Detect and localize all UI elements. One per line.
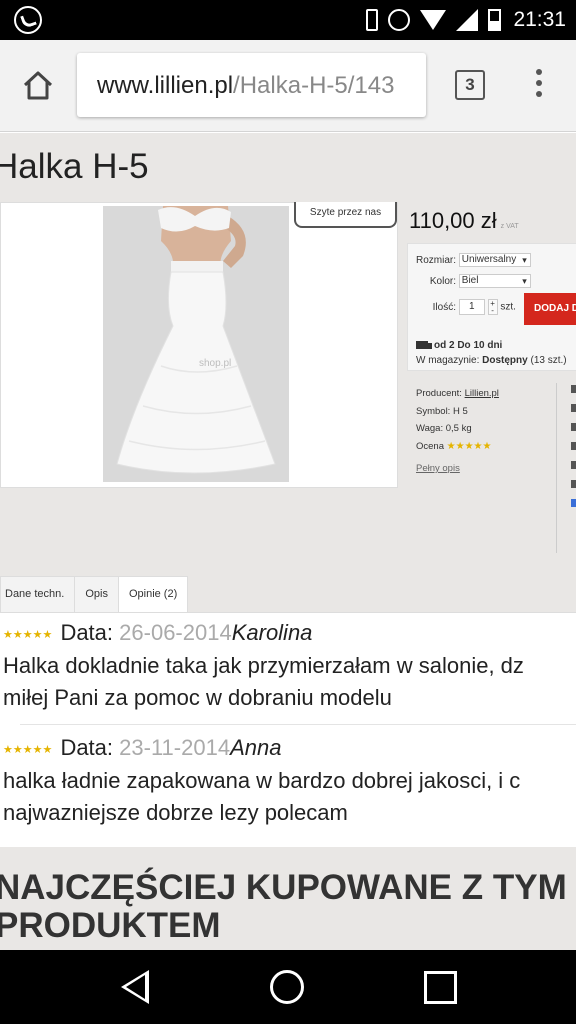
color-select[interactable]: Biel [458,274,531,288]
browser-toolbar: www.lillien.pl/Halka-H-5/143 3 [0,40,576,132]
wifi-icon [420,10,447,30]
alarm-icon [388,9,411,31]
symbol-label: Symbol: [416,405,451,417]
share-icon[interactable] [571,404,576,412]
producer-label: Producent: [416,388,462,399]
delivery-time: od 2 Do 10 dni [434,340,503,351]
signal-icon [456,9,479,31]
related-products-heading: NAJCZĘŚCIEJ KUPOWANE Z TYM PRODUKTEM [0,869,567,945]
stock-label: W magazynie: [416,355,480,366]
back-icon[interactable] [121,970,149,1004]
web-page: Halka H-5 shop.pl Szyte przez nas 110,00… [0,133,576,950]
full-description-link[interactable]: Pełny opis [416,460,499,478]
quantity-unit: szt. [500,301,516,313]
review-date: 23-11-2014 [119,735,231,760]
review-text-line: Halka dokladnie taka jak przymierzałam w… [3,653,524,678]
review-date: 26-06-2014 [119,620,232,645]
quantity-label: Ilość: [432,301,456,313]
share-icon[interactable] [571,442,576,450]
review-author: Anna [230,735,282,760]
quantity-input[interactable]: 1 [458,299,485,315]
product-details: Producent: Lillien.pl Symbol: H 5 Waga: … [416,385,499,478]
facebook-icon[interactable] [571,499,576,507]
url-path: /Halka-H-5/143 [233,72,395,99]
review-stars: ★★★★★ [3,743,53,756]
share-icons [571,385,576,518]
stock-status: Dostępny [482,355,528,366]
tab-technical-data[interactable]: Dane techn. [0,576,76,612]
product-photo[interactable]: shop.pl [103,206,289,482]
url-host: www.lillien.pl [97,72,234,99]
battery-icon [488,9,502,31]
review-text-line: halka ładnie zapakowana w bardzo dobrej … [3,768,521,793]
svg-text:shop.pl: shop.pl [199,358,231,369]
sewn-by-us-badge[interactable]: Szyte przez nas [294,202,397,228]
recent-apps-icon[interactable] [424,971,457,1004]
quantity-stepper[interactable]: + - [487,299,498,315]
price-value: 110,00 zł [409,208,497,233]
weight-value: 0,5 kg [445,423,472,434]
review-stars: ★★★★★ [3,628,53,641]
share-icon[interactable] [571,461,576,469]
rating-stars: ★★★★★ [446,440,492,452]
product-tabs: Dane techn. Opis Opinie (2) [0,576,189,613]
tab-reviews[interactable]: Opinie (2) [117,576,189,613]
reviews-panel: ★★★★★ Data: 26-06-2014Karolina Halka dok… [0,612,576,847]
rating-label: Ocena [416,440,444,452]
product-price: 110,00 zł z VAT [409,208,519,234]
producer-link[interactable]: Lillien.pl [465,388,499,399]
review-text-line: miłej Pani za pomoc w dobraniu modelu [3,685,392,710]
share-icon[interactable] [571,480,576,488]
review-date-label: Data: [60,620,114,645]
price-vat-note: z VAT [500,223,519,230]
tab-description[interactable]: Opis [74,576,119,612]
color-label: Kolor: [429,275,456,287]
stock-count: (13 szt.) [530,355,567,366]
size-label: Rozmiar: [416,254,457,266]
review-author: Karolina [231,620,313,645]
truck-icon [416,341,432,350]
size-select[interactable]: Uniwersalny [458,253,531,267]
tab-switcher-button[interactable]: 3 [455,70,485,100]
related-heading-line: PRODUKTEM [0,906,221,945]
url-bar[interactable]: www.lillien.pl/Halka-H-5/143 [77,53,426,117]
home-button-icon[interactable] [270,970,304,1004]
review-date-label: Data: [60,735,114,760]
review-divider [20,724,576,725]
page-title: Halka H-5 [0,147,149,186]
purchase-options: Rozmiar: Uniwersalny Kolor: Biel Ilość: … [407,243,576,371]
overflow-menu-icon[interactable] [531,66,547,106]
status-bar: 21:31 [0,0,576,40]
review-text-line: najwazniejsze dobrze lezy polecam [3,800,348,825]
weight-label: Waga: [416,423,444,434]
status-icons: 21:31 [366,6,566,34]
related-heading-line: NAJCZĘŚCIEJ KUPOWANE Z TYM [0,868,567,907]
home-icon[interactable] [22,70,54,100]
android-nav-bar [0,950,576,1024]
divider [556,383,557,553]
symbol-value: H 5 [452,405,468,417]
share-icon[interactable] [571,423,576,431]
add-to-cart-button[interactable]: DODAJ D [524,293,576,325]
clock: 21:31 [513,8,566,31]
share-icon[interactable] [571,385,576,393]
vibrate-icon [366,9,379,31]
whatsapp-icon [14,6,42,34]
